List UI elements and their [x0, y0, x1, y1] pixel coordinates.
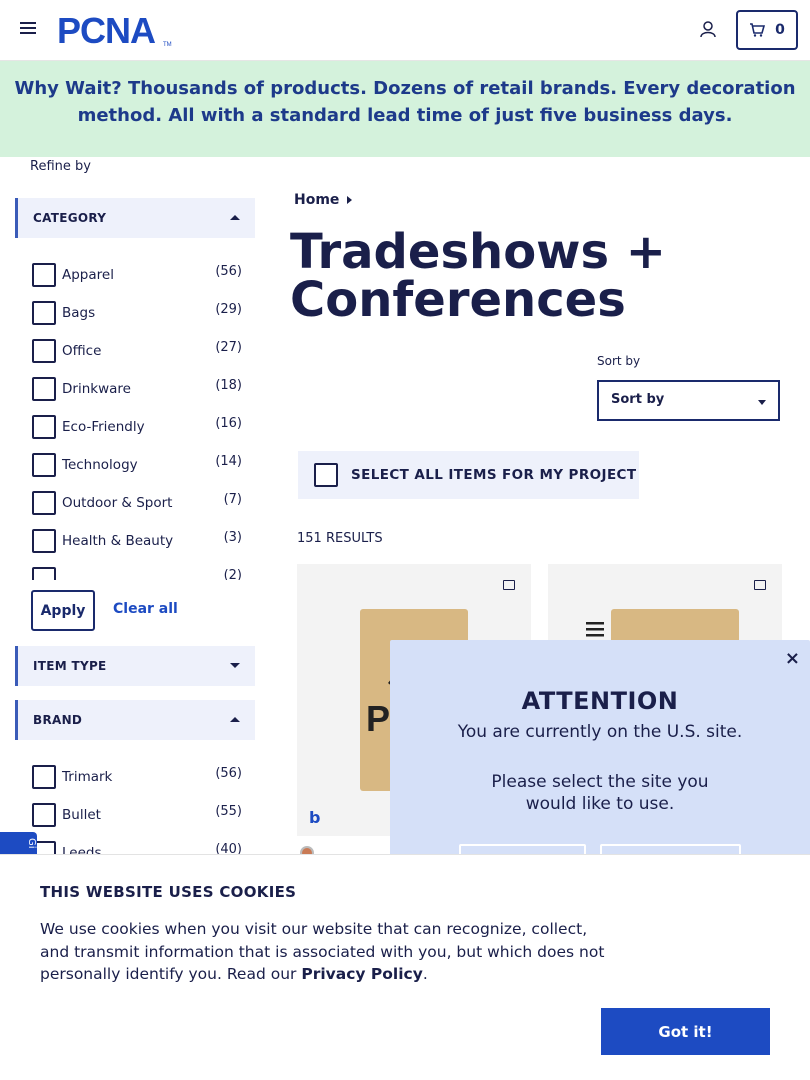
cookie-banner: THIS WEBSITE USES COOKIES We use cookies…	[0, 854, 810, 1080]
modal-title: ATTENTION	[521, 687, 679, 715]
filter-count: (18)	[215, 378, 242, 393]
privacy-policy-link[interactable]: Privacy Policy	[301, 965, 423, 983]
got-it-button[interactable]: Got it!	[601, 1008, 770, 1055]
cookie-tail: .	[422, 965, 428, 983]
filter-count: (2)	[223, 568, 242, 580]
filter-count: (7)	[223, 492, 242, 507]
chevron-down-icon	[758, 400, 766, 405]
breadcrumb: Home	[294, 192, 353, 208]
cart-icon	[750, 23, 766, 37]
cart-count: 0	[775, 22, 785, 38]
filter-count: (56)	[215, 766, 242, 781]
filter-option[interactable]: Trimark (56)	[30, 758, 242, 796]
filter-option[interactable]: (2)	[30, 560, 242, 580]
brand-badge: b	[309, 808, 321, 827]
filter-label: Technology	[62, 457, 138, 473]
logo-text: PCNA	[57, 12, 156, 48]
filter-count: (3)	[223, 530, 242, 545]
filter-option[interactable]: Technology (14)	[30, 446, 242, 484]
item-type-heading: ITEM TYPE	[33, 659, 107, 673]
filter-count: (27)	[215, 340, 242, 355]
item-type-facet-header[interactable]: ITEM TYPE	[15, 646, 255, 686]
svg-text:TM: TM	[163, 42, 172, 48]
clear-all-link[interactable]: Clear all	[113, 601, 178, 617]
chevron-up-icon	[230, 215, 240, 220]
user-icon[interactable]	[699, 20, 717, 38]
select-all-items[interactable]: SELECT ALL ITEMS FOR MY PROJECT	[298, 451, 639, 499]
apply-button[interactable]: Apply	[31, 590, 95, 631]
filter-checkbox[interactable]	[32, 803, 56, 827]
category-list: Apparel (56) Bags (29) Office (27) Drinkware (1…	[30, 256, 242, 580]
filter-option[interactable]: Office (27)	[30, 332, 242, 370]
filter-label: Eco-Friendly	[62, 419, 145, 435]
results-count: 151 RESULTS	[297, 531, 383, 546]
filter-option[interactable]: Apparel (56)	[30, 256, 242, 294]
filter-label: Trimark	[62, 769, 113, 785]
filter-option[interactable]: Bags (29)	[30, 294, 242, 332]
select-all-label: SELECT ALL ITEMS FOR MY PROJECT	[351, 467, 637, 483]
page-title: Tradeshows + Conferences	[290, 224, 667, 328]
save-to-project-icon[interactable]	[503, 580, 515, 590]
filter-label: Apparel	[62, 267, 114, 283]
refine-label: Refine by	[30, 159, 91, 174]
site-header: PCNA TM 0	[0, 0, 810, 61]
save-to-project-icon[interactable]	[754, 580, 766, 590]
select-all-checkbox[interactable]	[314, 463, 338, 487]
filter-label: Office	[62, 343, 102, 359]
filter-count: (29)	[215, 302, 242, 317]
cookie-title: THIS WEBSITE USES COOKIES	[40, 883, 297, 901]
filter-option[interactable]: Bullet (55)	[30, 796, 242, 834]
filter-checkbox[interactable]	[32, 529, 56, 553]
filter-count: (56)	[215, 264, 242, 279]
brand-list: Trimark (56) Bullet (55) Leeds (40)	[30, 758, 242, 868]
filter-checkbox[interactable]	[32, 453, 56, 477]
banner-text: Thousands of products. Dozens of retail …	[77, 78, 796, 126]
filter-label: Drinkware	[62, 381, 131, 397]
filter-option[interactable]: Health & Beauty (3)	[30, 522, 242, 560]
filter-checkbox[interactable]	[32, 339, 56, 363]
filter-count: (14)	[215, 454, 242, 469]
spiral-binding-icon	[586, 622, 604, 637]
cookie-text: We use cookies when you visit our websit…	[40, 918, 620, 986]
filter-option[interactable]: Drinkware (18)	[30, 370, 242, 408]
filter-checkbox[interactable]	[32, 415, 56, 439]
breadcrumb-home[interactable]: Home	[294, 192, 339, 208]
cart-button[interactable]: 0	[736, 10, 798, 50]
brand-heading: BRAND	[33, 713, 83, 727]
category-facet-header[interactable]: CATEGORY	[15, 198, 255, 238]
filter-label: Health & Beauty	[62, 533, 174, 549]
filter-checkbox[interactable]	[32, 263, 56, 287]
sort-label: Sort by	[597, 354, 641, 368]
modal-instruction: Please select the site you would like to…	[491, 772, 709, 814]
sort-value: Sort by	[611, 392, 665, 407]
filter-checkbox[interactable]	[32, 765, 56, 789]
pcna-logo[interactable]: PCNA TM	[57, 12, 177, 48]
chevron-down-icon	[230, 663, 240, 668]
filter-label: Bags	[62, 305, 96, 321]
site-select-modal: × ATTENTION You are currently on the U.S…	[390, 640, 810, 880]
promo-banner: Why Wait? Thousands of products. Dozens …	[0, 61, 810, 157]
filter-count: (55)	[215, 804, 242, 819]
filter-label: Bullet	[62, 807, 101, 823]
close-icon[interactable]: ×	[785, 648, 800, 669]
menu-icon[interactable]	[20, 22, 36, 36]
filter-option[interactable]: Eco-Friendly (16)	[30, 408, 242, 446]
brand-facet-header[interactable]: BRAND	[15, 700, 255, 740]
filter-label: Outdoor & Sport	[62, 495, 173, 511]
caret-right-icon	[347, 196, 353, 204]
filter-checkbox[interactable]	[32, 491, 56, 515]
filter-option[interactable]: Outdoor & Sport (7)	[30, 484, 242, 522]
filter-checkbox[interactable]	[32, 377, 56, 401]
chevron-up-icon	[230, 717, 240, 722]
modal-message: You are currently on the U.S. site.	[457, 722, 743, 742]
filter-checkbox[interactable]	[32, 301, 56, 325]
category-heading: CATEGORY	[33, 211, 107, 225]
sort-dropdown[interactable]: Sort by	[597, 380, 780, 421]
filter-count: (16)	[215, 416, 242, 431]
filter-checkbox[interactable]	[32, 567, 56, 580]
banner-lead: Why Wait?	[14, 78, 122, 99]
